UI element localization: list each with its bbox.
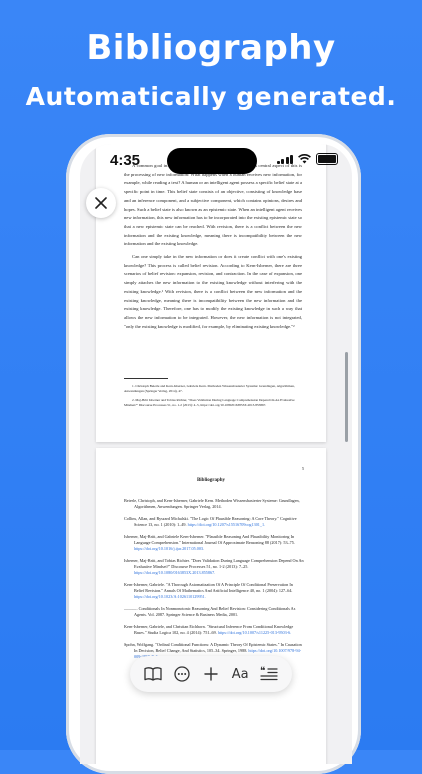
footnote: 2. Maj-Britt Isberner and Tobias Richter… bbox=[124, 398, 295, 407]
add-icon bbox=[204, 667, 218, 681]
book-icon bbox=[143, 667, 162, 681]
bottom-toolbar: Aa ❝ bbox=[130, 656, 292, 692]
status-time: 4:35 bbox=[110, 152, 141, 169]
doi-link[interactable]: https://doi.org/10.1016/j.ijar.2017.05.0… bbox=[134, 546, 204, 551]
bibliography-entry: Kern-Isberner, Gabriele. "A Thorough Axi… bbox=[124, 582, 293, 599]
document-page-1[interactable]: A common goal in… reasoning about belief… bbox=[96, 144, 326, 442]
bibliography-title: Bibliography bbox=[196, 478, 226, 483]
close-icon bbox=[95, 197, 107, 209]
close-button[interactable] bbox=[86, 188, 116, 218]
wifi-icon bbox=[298, 154, 311, 164]
bibliography-list: Beierle, Christoph, and Kern-Isberner, G… bbox=[124, 498, 304, 666]
text-size-button[interactable]: Aa bbox=[228, 662, 252, 686]
doi-link[interactable]: https://doi.org/10.1080/0163853X.2013.85… bbox=[134, 570, 215, 575]
footnote: 1. Christoph Beierle and Kern-Isberner, … bbox=[124, 384, 295, 393]
promo-subtitle: Automatically generated. bbox=[25, 82, 397, 111]
doi-link[interactable]: https://doi.org/10.1207/s15516709cog1301… bbox=[188, 522, 266, 527]
quote-list-icon: ❝ bbox=[260, 666, 278, 681]
promo-title: Bibliography bbox=[86, 28, 336, 68]
status-bar: 4:35 bbox=[80, 144, 352, 178]
status-icons bbox=[276, 153, 338, 165]
page-number: 5 bbox=[302, 466, 304, 471]
bibliography-entry: Isberner, Maj-Britt, and Tobias Richter.… bbox=[124, 558, 304, 575]
add-button[interactable] bbox=[199, 662, 223, 686]
doi-link[interactable]: https://doi.org/10.1007/s11225-013-9503-… bbox=[218, 630, 291, 635]
bibliography-entry: Isberner, Maj-Britt, and Gabriele Kern-I… bbox=[124, 534, 295, 551]
citations-button[interactable]: ❝ bbox=[257, 662, 281, 686]
more-button[interactable] bbox=[170, 662, 194, 686]
footnotes: 1. Christoph Beierle and Kern-Isberner, … bbox=[124, 384, 302, 412]
svg-text:❝: ❝ bbox=[260, 666, 265, 677]
bibliography-entry: Collins, Allan, and Ryszard Michalski. "… bbox=[124, 516, 297, 527]
battery-icon bbox=[316, 153, 338, 165]
dynamic-island bbox=[167, 148, 257, 174]
scrollbar[interactable] bbox=[345, 352, 348, 442]
book-button[interactable] bbox=[141, 662, 165, 686]
bibliography-entry: ———. Conditionals In Nonmonotonic Reason… bbox=[124, 606, 296, 617]
more-icon bbox=[174, 666, 190, 682]
document-page-2[interactable]: 5 Bibliography Beierle, Christoph, and K… bbox=[96, 448, 326, 764]
text-size-icon: Aa bbox=[231, 666, 249, 682]
doi-link[interactable]: https://doi.org/10.1023/A:1026110129951. bbox=[134, 594, 206, 599]
signal-icon bbox=[276, 154, 293, 164]
footnote-divider bbox=[124, 378, 168, 379]
paragraph: Can one simply take in the new informati… bbox=[124, 254, 302, 329]
bibliography-entry: Beierle, Christoph, and Kern-Isberner, G… bbox=[124, 498, 300, 509]
bibliography-entry: Kern-Isberner, Gabriele, and Christian E… bbox=[124, 624, 294, 635]
page-body: A common goal in… reasoning about belief… bbox=[124, 162, 302, 335]
